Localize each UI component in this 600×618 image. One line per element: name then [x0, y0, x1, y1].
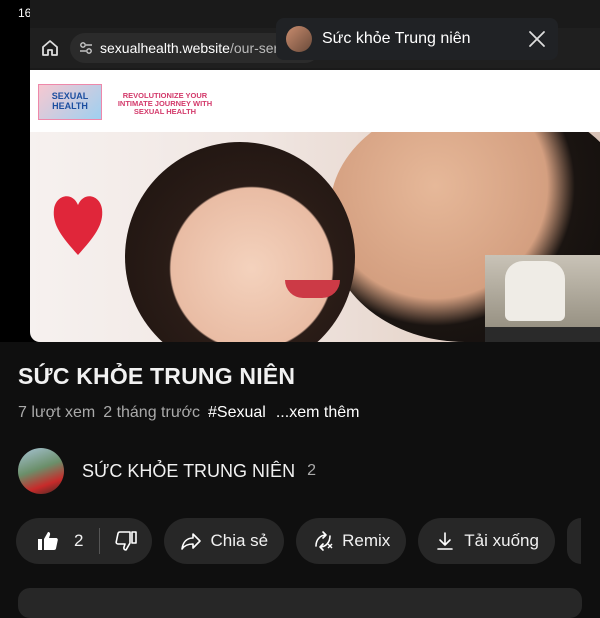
- download-label: Tải xuống: [464, 531, 539, 550]
- view-count: 7 lượt xem: [18, 404, 96, 421]
- download-button[interactable]: Tải xuống: [418, 518, 555, 564]
- remix-button[interactable]: Remix: [296, 518, 407, 564]
- pip-keyboard: [485, 327, 600, 342]
- video-player[interactable]: 16:43 • sexualhealth.website/our-service…: [0, 0, 600, 342]
- heart-icon: [53, 196, 103, 255]
- notification-banner[interactable]: Sức khỏe Trung niên: [276, 18, 558, 60]
- picture-in-picture-video[interactable]: [485, 255, 600, 342]
- video-title[interactable]: SỨC KHỎE TRUNG NIÊN: [18, 363, 295, 390]
- site-settings-icon: [80, 42, 92, 54]
- notification-title: Sức khỏe Trung niên: [322, 30, 471, 47]
- website-header: SEXUAL HEALTH REVOLUTIONIZE YOUR INTIMAT…: [30, 70, 600, 132]
- like-dislike-group: 2: [16, 518, 153, 564]
- url-host: sexualhealth.website: [100, 40, 230, 56]
- remix-label: Remix: [342, 531, 391, 550]
- show-more-link[interactable]: ...xem thêm: [276, 404, 360, 422]
- pip-person: [505, 261, 565, 321]
- share-icon: [181, 533, 202, 550]
- comments-section-peek[interactable]: [18, 588, 582, 618]
- channel-name[interactable]: SỨC KHỎE TRUNG NIÊN: [82, 461, 295, 482]
- hashtag-link[interactable]: #Sexual: [208, 404, 266, 422]
- action-bar: 2 Chia sẻ Remix Tải xuống: [16, 518, 581, 564]
- upload-age: 2 tháng trước: [103, 404, 201, 421]
- like-count: 2: [74, 531, 84, 550]
- channel-avatar[interactable]: [18, 448, 64, 494]
- channel-row[interactable]: SỨC KHỎE TRUNG NIÊN 2: [18, 448, 316, 494]
- like-divider: [99, 528, 101, 554]
- share-button[interactable]: Chia sẻ: [164, 518, 285, 564]
- site-logo: SEXUAL HEALTH: [38, 84, 102, 120]
- thumbs-down-icon[interactable]: [114, 529, 138, 553]
- download-icon: [437, 532, 454, 550]
- site-tagline: REVOLUTIONIZE YOUR INTIMATE JOURNEY WITH…: [117, 91, 213, 116]
- woman-face: [125, 142, 355, 342]
- video-meta[interactable]: 7 lượt xem 2 tháng trước #Sexual ...xem …: [18, 404, 359, 422]
- close-icon[interactable]: [528, 30, 546, 48]
- notification-avatar: [286, 26, 312, 52]
- thumbs-up-icon[interactable]: [36, 529, 60, 553]
- share-label: Chia sẻ: [210, 531, 269, 550]
- home-icon: [42, 40, 58, 56]
- remix-icon: [315, 531, 333, 551]
- more-actions-button[interactable]: [566, 518, 581, 564]
- subscriber-count: 2: [307, 462, 316, 479]
